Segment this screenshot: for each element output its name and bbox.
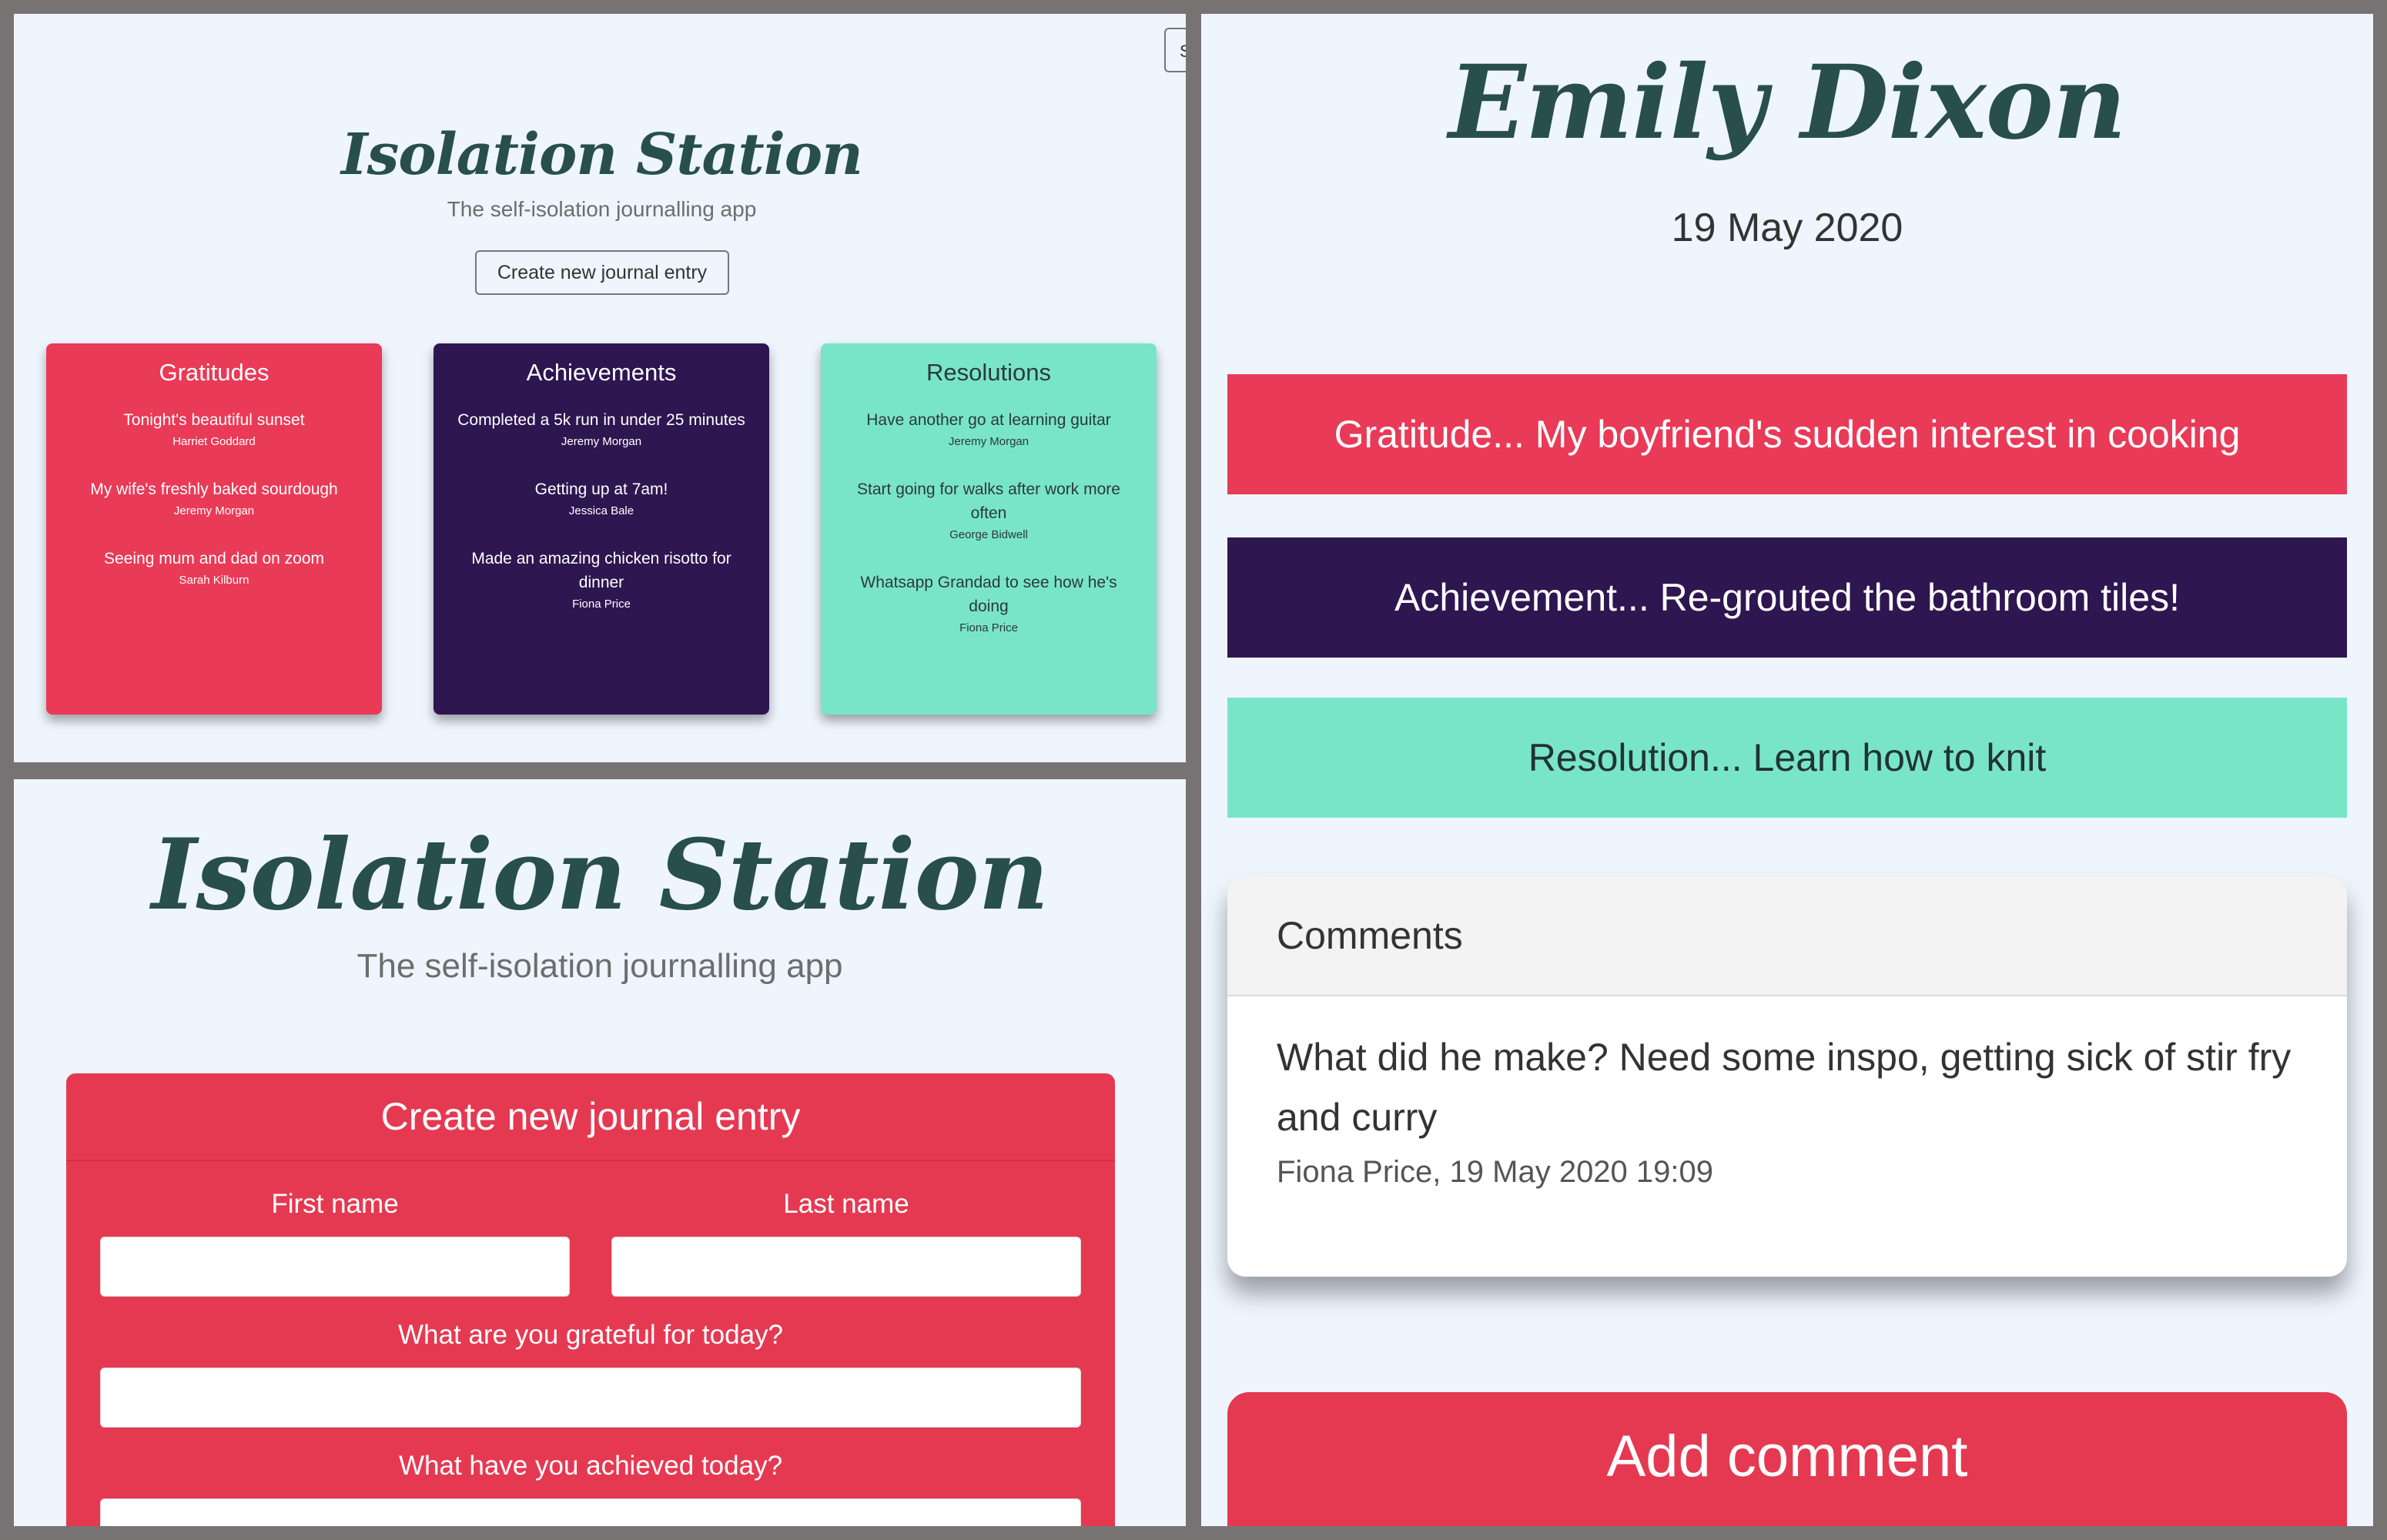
card-title: Resolutions: [926, 359, 1051, 386]
grateful-field[interactable]: [100, 1368, 1081, 1428]
comment-meta: Fiona Price, 19 May 2020 19:09: [1277, 1155, 1714, 1189]
list-item: Have another go at learning guitar Jerem…: [841, 408, 1137, 448]
resolutions-card: Resolutions Have another go at learning …: [821, 343, 1157, 715]
list-item: Made an amazing chicken risotto for dinn…: [454, 547, 749, 611]
entry-text: Completed a 5k run in under 25 minutes: [457, 411, 745, 429]
first-name-label: First name: [271, 1189, 399, 1219]
cut-off-button[interactable]: S: [1164, 28, 1186, 72]
entry-author: Fiona Price: [959, 621, 1018, 634]
achievement-band: Achievement... Re-grouted the bathroom t…: [1227, 537, 2347, 658]
entry-author: Jeremy Morgan: [948, 435, 1029, 448]
card-title: Achievements: [526, 359, 677, 386]
entry-text: Whatsapp Grandad to see how he's doing: [860, 574, 1117, 615]
entry-text: Getting up at 7am!: [534, 480, 668, 498]
list-item: Tonight's beautiful sunset Harriet Godda…: [66, 408, 362, 448]
list-item: Whatsapp Grandad to see how he's doing F…: [841, 571, 1137, 634]
entry-author: George Bidwell: [949, 528, 1028, 541]
last-name-field[interactable]: [611, 1237, 1081, 1297]
comments-card: Comments What did he make? Need some ins…: [1227, 876, 2347, 1277]
add-comment-button[interactable]: Add comment: [1227, 1392, 2347, 1526]
achievements-card: Achievements Completed a 5k run in under…: [434, 343, 769, 715]
last-name-label: Last name: [783, 1189, 909, 1219]
form-title: Create new journal entry: [66, 1073, 1115, 1161]
entry-text: Start going for walks after work more of…: [857, 480, 1120, 522]
list-item: Completed a 5k run in under 25 minutes J…: [454, 408, 749, 448]
app-title: Isolation Station: [151, 818, 1050, 932]
journal-entry-form: Create new journal entry First name Last…: [66, 1073, 1115, 1526]
gratitudes-card: Gratitudes Tonight's beautiful sunset Ha…: [46, 343, 382, 715]
create-entry-screen: Isolation Station The self-isolation jou…: [14, 779, 1186, 1526]
app-tagline: The self-isolation journalling app: [447, 197, 757, 221]
list-item: My wife's freshly baked sourdough Jeremy…: [66, 477, 362, 517]
entry-author: Jeremy Morgan: [173, 504, 255, 517]
entry-author: Jeremy Morgan: [561, 435, 642, 448]
list-item: Getting up at 7am! Jessica Bale: [454, 477, 749, 517]
list-item: Start going for walks after work more of…: [841, 477, 1137, 541]
achieved-field[interactable]: [100, 1498, 1081, 1526]
home-screen: S Isolation Station The self-isolation j…: [14, 14, 1186, 762]
app-title: Isolation Station: [341, 122, 863, 188]
entry-text: My wife's freshly baked sourdough: [90, 480, 338, 498]
entry-author: Jessica Bale: [568, 504, 634, 517]
entry-author: Sarah Kilburn: [179, 574, 249, 587]
gratitude-band: Gratitude... My boyfriend's sudden inter…: [1227, 374, 2347, 494]
card-title: Gratitudes: [159, 359, 270, 386]
app-tagline: The self-isolation journalling app: [357, 947, 843, 985]
entry-text: Have another go at learning guitar: [866, 411, 1111, 429]
entry-author: Fiona Price: [572, 598, 631, 611]
entry-text: Seeing mum and dad on zoom: [103, 550, 324, 567]
entry-text: Made an amazing chicken risotto for dinn…: [471, 550, 732, 591]
comments-title: Comments: [1227, 876, 2347, 996]
resolution-band: Resolution... Learn how to knit: [1227, 698, 2347, 818]
entry-text: Tonight's beautiful sunset: [123, 411, 305, 429]
entry-author: Harriet Goddard: [172, 435, 256, 448]
create-entry-button[interactable]: Create new journal entry: [475, 250, 729, 295]
entry-date: 19 May 2020: [1671, 206, 1903, 250]
grateful-label: What are you grateful for today?: [398, 1320, 783, 1350]
entry-author-name: Emily Dixon: [1448, 43, 2127, 162]
comment-text: What did he make? Need some inspo, getti…: [1277, 1036, 2292, 1139]
achieved-label: What have you achieved today?: [398, 1451, 783, 1481]
entry-detail-screen: Emily Dixon 19 May 2020 Gratitude... My …: [1201, 14, 2373, 1526]
list-item: Seeing mum and dad on zoom Sarah Kilburn: [66, 547, 362, 587]
first-name-field[interactable]: [100, 1237, 570, 1297]
